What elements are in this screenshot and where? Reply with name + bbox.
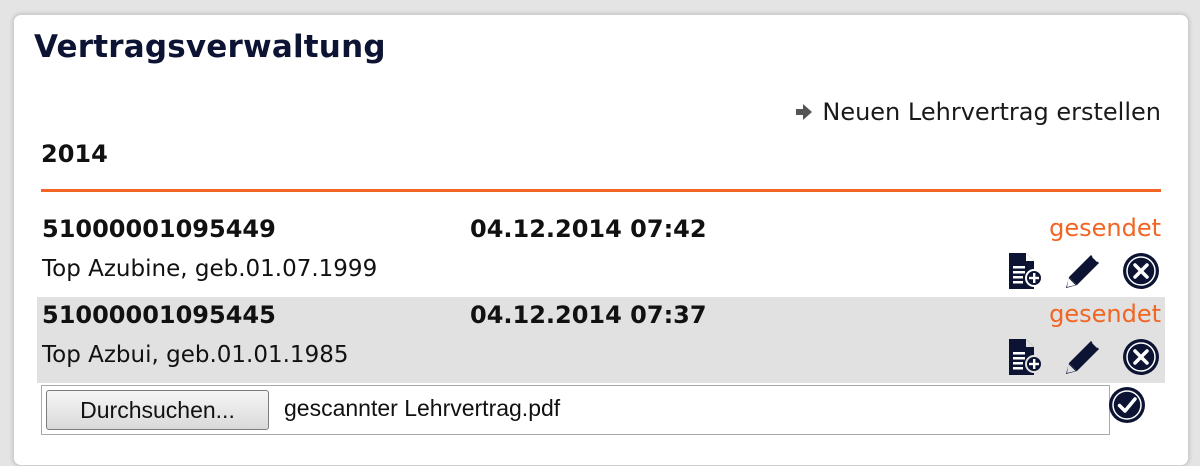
divider — [41, 189, 1161, 192]
arrow-right-icon — [796, 104, 813, 120]
document-add-icon[interactable] — [1005, 251, 1045, 291]
status-label: gesendet — [1049, 300, 1161, 328]
document-add-icon[interactable] — [1005, 337, 1045, 377]
close-circle-icon[interactable] — [1121, 251, 1161, 291]
page-title: Vertragsverwaltung — [34, 29, 386, 65]
selected-filename: gescannter Lehrvertrag.pdf — [284, 395, 561, 421]
row-actions — [1005, 337, 1161, 377]
pencil-icon[interactable] — [1063, 337, 1103, 377]
pencil-icon[interactable] — [1063, 251, 1103, 291]
contract-management-panel: Vertragsverwaltung Neuen Lehrvertrag ers… — [13, 14, 1189, 466]
trainee-info: Top Azubine, geb.01.07.1999 — [42, 256, 378, 282]
new-contract-label: Neuen Lehrvertrag erstellen — [822, 98, 1161, 126]
contract-row: 51000001095449 04.12.2014 07:42 gesendet… — [37, 211, 1165, 297]
contract-datetime: 04.12.2014 07:37 — [470, 301, 707, 329]
row-actions — [1005, 251, 1161, 291]
close-circle-icon[interactable] — [1121, 337, 1161, 377]
contract-number: 51000001095445 — [42, 301, 276, 329]
browse-button[interactable]: Durchsuchen... — [46, 390, 269, 430]
contract-number: 51000001095449 — [42, 215, 276, 243]
year-heading: 2014 — [41, 140, 108, 168]
contract-row: 51000001095445 04.12.2014 07:37 gesendet… — [37, 297, 1165, 383]
contract-datetime: 04.12.2014 07:42 — [470, 215, 707, 243]
new-contract-link[interactable]: Neuen Lehrvertrag erstellen — [795, 98, 1161, 126]
check-circle-icon[interactable] — [1107, 385, 1147, 425]
trainee-info: Top Azbui, geb.01.01.1985 — [42, 342, 349, 368]
status-label: gesendet — [1049, 214, 1161, 242]
file-upload-field[interactable]: Durchsuchen... gescannter Lehrvertrag.pd… — [41, 385, 1110, 435]
